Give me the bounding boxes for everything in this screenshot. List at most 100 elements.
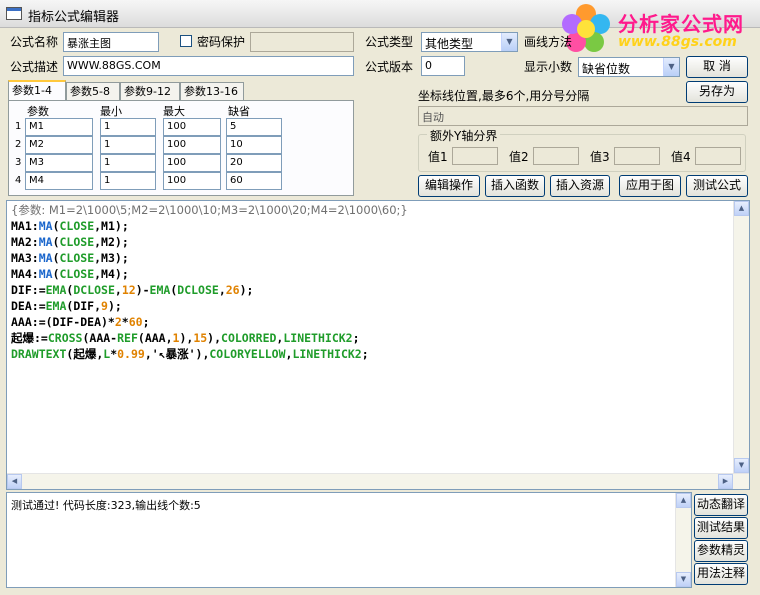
editor-horizontal-scrollbar[interactable]: ◀ ▶ [7,473,749,489]
param-default-cell[interactable]: 10 [226,136,282,154]
value4-label: 值4 [671,150,691,164]
apply-to-chart-button[interactable]: 应用于图 [619,175,681,197]
chevron-down-icon: ▼ [501,33,517,51]
value2-input[interactable] [533,147,579,165]
code-text[interactable]: {参数: M1=2\1000\5;M2=2\1000\10;M3=2\1000\… [11,203,408,363]
tab-params-5-8[interactable]: 参数5-8 [66,82,120,100]
param-row-number: 1 [15,121,22,132]
code-token: 9 [101,299,108,313]
tab-params-1-4[interactable]: 参数1-4 [8,80,66,101]
param-min-cell[interactable]: 1 [100,118,156,136]
param-name-cell[interactable]: M1 [25,118,93,136]
param-max-cell[interactable]: 100 [163,136,221,154]
save-as-button[interactable]: 另存为 [686,81,748,103]
code-token: DCLOSE [177,283,219,297]
value2-label: 值2 [509,150,529,164]
output-vertical-scrollbar[interactable]: ▲ ▼ [675,493,691,587]
formula-type-label: 公式类型 [365,35,414,49]
scroll-left-icon[interactable]: ◀ [7,474,22,489]
param-default-cell[interactable]: 20 [226,154,282,172]
editor-vertical-scrollbar[interactable]: ▲ ▼ [733,201,749,473]
formula-version-input[interactable]: 0 [421,56,465,76]
param-header-max: 最大 [163,105,185,118]
code-token: 60 [128,315,143,329]
param-name-cell[interactable]: M2 [25,136,93,154]
code-token: {参数: M1=2\1000\5;M2=2\1000\10;M3=2\1000\… [11,203,408,217]
code-line: {参数: M1=2\1000\5;M2=2\1000\10;M3=2\1000\… [11,203,408,219]
formula-desc-label: 公式描述 [10,60,59,74]
code-token: MA [38,267,53,281]
scroll-down-icon[interactable]: ▼ [676,572,691,587]
scroll-right-icon[interactable]: ▶ [718,474,733,489]
formula-version-label: 公式版本 [365,60,414,74]
test-result-button[interactable]: 测试结果 [694,517,748,539]
param-wizard-button[interactable]: 参数精灵 [694,540,748,562]
code-token: DEA:= [11,299,46,313]
scroll-up-icon[interactable]: ▲ [676,493,691,508]
code-token: 2 [114,315,122,329]
param-max-cell[interactable]: 100 [163,154,221,172]
param-name-cell[interactable]: M4 [25,172,93,190]
insert-function-button[interactable]: 插入函数 [485,175,545,197]
value1-input[interactable] [452,147,498,165]
scroll-up-icon[interactable]: ▲ [734,201,749,216]
cancel-button[interactable]: 取 消 [686,56,748,78]
param-min-cell[interactable]: 1 [100,154,156,172]
insert-resource-button[interactable]: 插入资源 [550,175,610,197]
usage-notes-button[interactable]: 用法注释 [694,563,748,585]
param-row-number: 3 [15,157,22,168]
code-token: ,'↖暴涨'), [144,347,210,361]
code-token: ( [52,219,60,233]
code-token: MA2: [11,235,39,249]
formula-name-label: 公式名称 [10,35,59,49]
decimals-value: 缺省位数 [582,62,631,76]
code-token: ,M2); [94,235,129,249]
code-token: LINETHICK2 [292,347,362,361]
code-token: 15 [193,331,208,345]
code-token: 12 [121,283,136,297]
chevron-down-icon: ▼ [663,58,679,76]
value4-input[interactable] [695,147,741,165]
formula-desc-input[interactable]: WWW.88GS.COM [63,56,354,76]
window-title: 指标公式编辑器 [28,10,120,25]
decimals-select[interactable]: 缺省位数 ▼ [578,57,680,77]
code-token: CLOSE [59,219,95,233]
formula-type-select[interactable]: 其他类型 ▼ [421,32,518,52]
code-line: DRAWTEXT(起爆,L*0.99,'↖暴涨'),COLORYELLOW,LI… [11,347,408,363]
test-formula-button[interactable]: 测试公式 [686,175,748,197]
dynamic-translate-button[interactable]: 动态翻译 [694,494,748,516]
scroll-down-icon[interactable]: ▼ [734,458,749,473]
password-input[interactable] [250,32,354,52]
code-line: MA2:MA(CLOSE,M2); [11,235,408,251]
param-min-cell[interactable]: 1 [100,136,156,154]
tab-params-13-16[interactable]: 参数13-16 [180,82,244,100]
param-max-cell[interactable]: 100 [163,118,221,136]
param-default-cell[interactable]: 60 [226,172,282,190]
code-token: EMA [149,283,171,297]
code-token: CLOSE [59,235,95,249]
param-max-cell[interactable]: 100 [163,172,221,190]
value3-input[interactable] [614,147,660,165]
code-token: DCLOSE [73,283,115,297]
test-output-text: 测试通过! 代码长度:323,输出线个数:5 [11,499,201,512]
password-checkbox[interactable] [180,35,192,47]
code-token: * [121,315,129,329]
test-output-box[interactable]: 测试通过! 代码长度:323,输出线个数:5 ▲ ▼ [6,492,692,588]
param-header-name: 参数 [27,105,49,118]
code-token: ); [239,283,254,297]
param-default-cell[interactable]: 5 [226,118,282,136]
param-name-cell[interactable]: M3 [25,154,93,172]
formula-name-input[interactable]: 暴涨主图 [63,32,159,52]
axis-position-input[interactable]: 自动 [418,106,748,126]
param-min-cell[interactable]: 1 [100,172,156,190]
code-line: DEA:=EMA(DIF,9); [11,299,408,315]
code-editor[interactable]: {参数: M1=2\1000\5;M2=2\1000\10;M3=2\1000\… [6,200,750,490]
code-token: MA3: [11,251,39,265]
extra-y-axis-group: 额外Y轴分界 值1 值2 值3 值4 [418,127,746,172]
code-token: 起爆:= [11,331,48,345]
code-token: ( [52,267,60,281]
password-label: 密码保护 [197,35,246,49]
edit-operation-button[interactable]: 编辑操作 [418,175,480,197]
tab-params-9-12[interactable]: 参数9-12 [120,82,180,100]
code-token: , [218,283,226,297]
